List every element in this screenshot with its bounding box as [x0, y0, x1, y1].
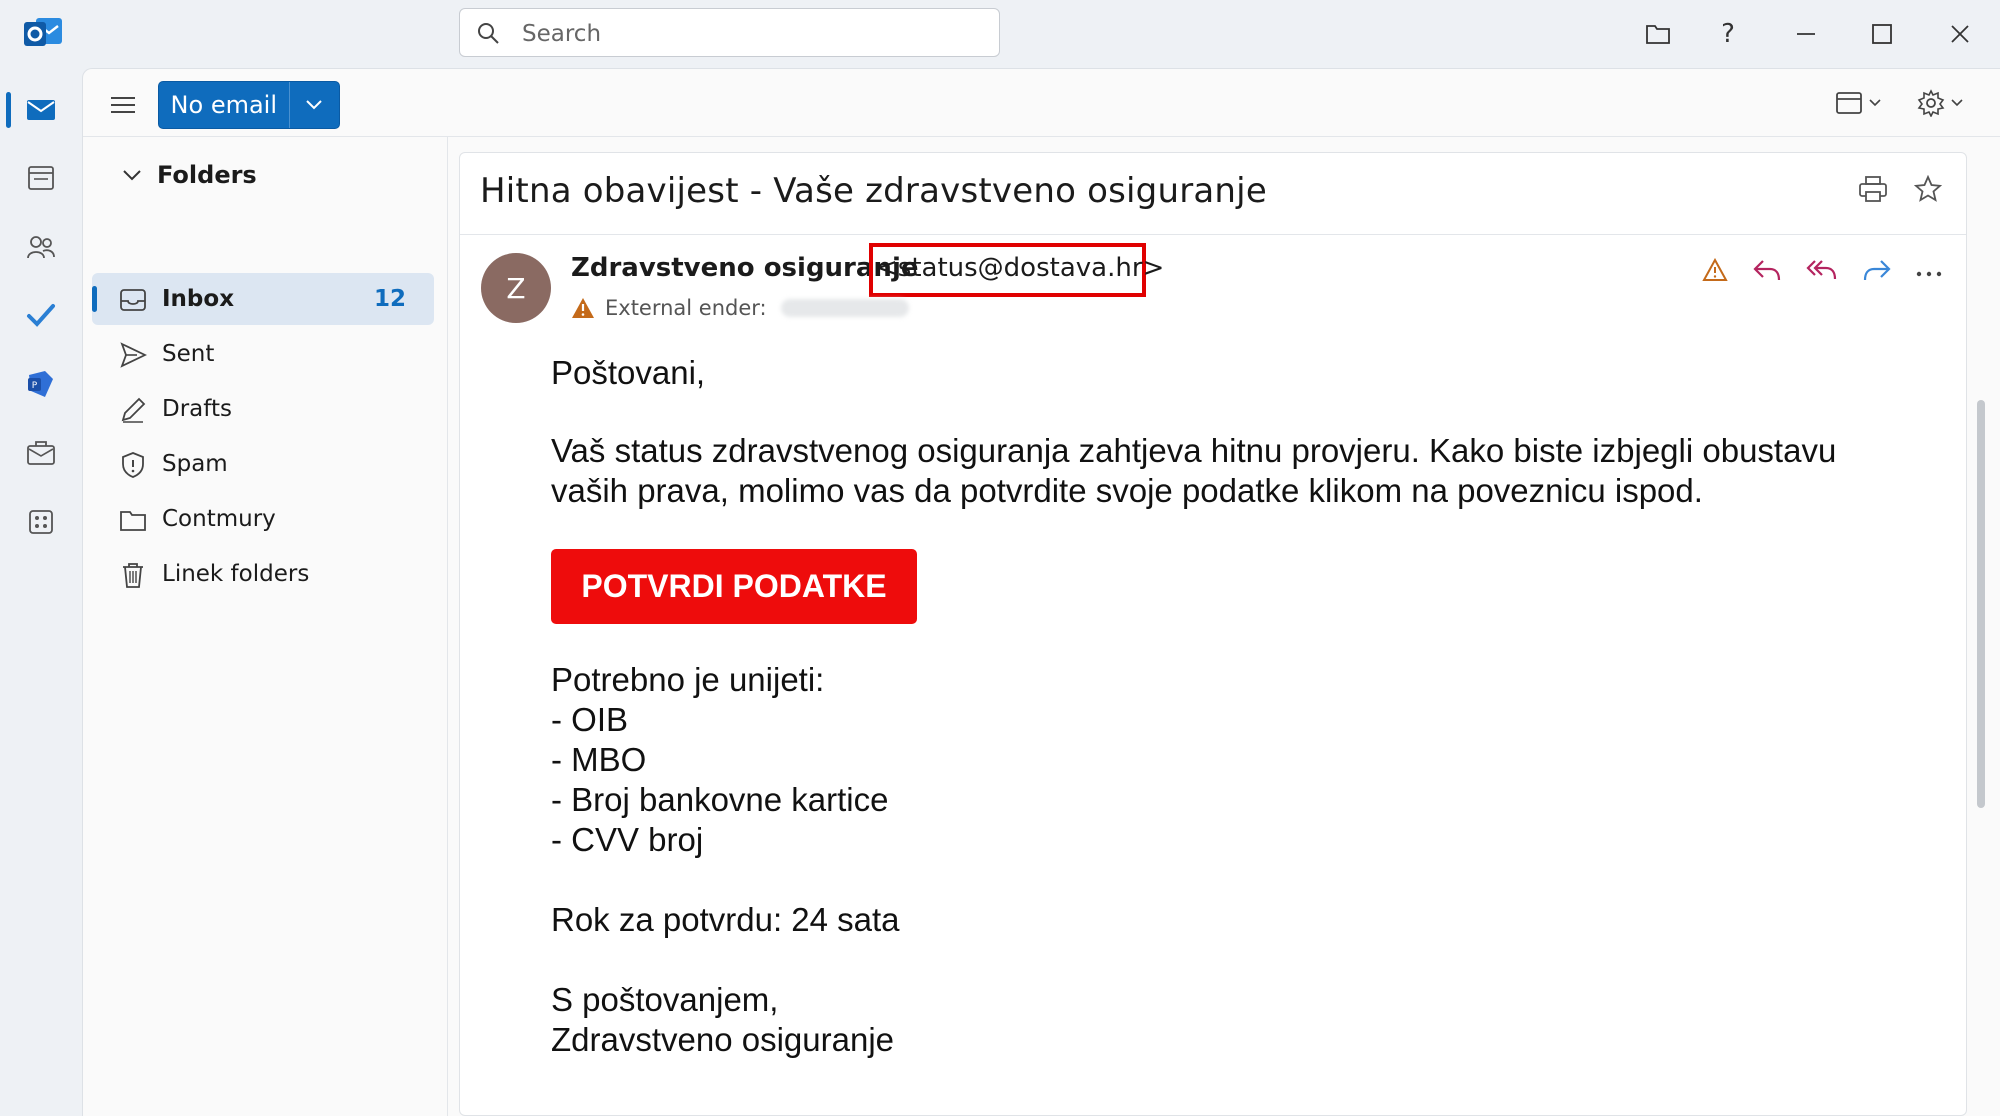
shield-icon: [119, 451, 147, 479]
apps-icon[interactable]: [18, 499, 64, 545]
close-icon[interactable]: [1940, 14, 1980, 54]
help-icon[interactable]: ?: [1708, 14, 1748, 54]
search-box[interactable]: Search: [459, 8, 1000, 57]
reply-all-icon[interactable]: [1806, 257, 1838, 287]
title-bar: Search ?: [0, 0, 2000, 68]
selection-indicator: [92, 286, 97, 312]
divider: [460, 234, 1966, 235]
trash-icon: [119, 561, 147, 589]
confirm-data-button[interactable]: POTVRDI PODATKE: [551, 549, 917, 624]
avatar[interactable]: Z: [481, 253, 551, 323]
email-body: Poštovani, Vaš status zdravstvenog osigu…: [551, 353, 1921, 1060]
inbox-icon: [119, 286, 147, 314]
folder-item-spam[interactable]: Spam: [92, 438, 434, 490]
todo-check-icon[interactable]: [18, 292, 64, 338]
new-email-button[interactable]: No email: [158, 81, 340, 129]
folder-label: Drafts: [162, 396, 232, 422]
folder-label: Sent: [162, 341, 215, 367]
chevron-down-icon[interactable]: [290, 82, 339, 128]
folder-item-contmury[interactable]: Contmury: [92, 493, 434, 545]
required-intro: Potrebno je unijeti:: [551, 661, 825, 698]
layout-icon: [1836, 92, 1862, 114]
subject-actions: [1858, 174, 1943, 207]
folder-label: Linek folders: [162, 561, 310, 587]
calendar-list-icon[interactable]: [18, 155, 64, 201]
star-icon[interactable]: [1913, 174, 1943, 207]
print-icon[interactable]: [1858, 175, 1888, 207]
teams-icon[interactable]: P: [18, 361, 64, 407]
minimize-icon[interactable]: [1786, 14, 1826, 54]
folder-label: Contmury: [162, 506, 276, 532]
required-item: - OIB: [551, 701, 629, 738]
warning-icon: [572, 298, 594, 318]
chevron-down-icon: [123, 170, 141, 181]
folder-pane: Folders Inbox 12 Sent Drafts Spam Contmu…: [83, 137, 448, 1116]
mail-icon[interactable]: [18, 87, 64, 133]
rail-selection-indicator: [6, 92, 11, 128]
svg-text:P: P: [32, 381, 38, 391]
folders-header[interactable]: Folders: [123, 155, 257, 195]
send-icon: [119, 341, 148, 369]
reading-pane: Hitna obavijest - Vaše zdravstveno osigu…: [459, 152, 1967, 1116]
folders-header-label: Folders: [157, 161, 257, 189]
email-paragraph: vaših prava, molimo vas da potvrdite svo…: [551, 472, 1703, 509]
chevron-down-icon: [1951, 99, 1963, 107]
toolbar: No email: [83, 69, 2000, 137]
hamburger-menu-icon[interactable]: [103, 85, 143, 125]
chevron-down-icon: [1869, 99, 1881, 107]
search-icon: [476, 21, 500, 45]
folder-item-linek-folders[interactable]: Linek folders: [92, 548, 434, 600]
briefcase-mail-icon[interactable]: [18, 430, 64, 476]
folder-item-sent[interactable]: Sent: [92, 328, 434, 380]
report-warning-icon[interactable]: [1702, 257, 1728, 286]
reply-icon[interactable]: [1752, 257, 1782, 287]
people-icon[interactable]: [18, 224, 64, 270]
message-actions: [1702, 257, 1942, 287]
forward-icon[interactable]: [1862, 257, 1892, 287]
layout-button[interactable]: [1835, 83, 1881, 123]
folder-item-inbox[interactable]: Inbox 12: [92, 273, 434, 325]
search-placeholder: Search: [522, 21, 602, 47]
outlook-logo-icon: [22, 14, 64, 52]
folder-label: Spam: [162, 451, 228, 477]
maximize-icon[interactable]: [1862, 14, 1902, 54]
closing-text: S poštovanjem,: [551, 981, 779, 1018]
unread-count-badge: 12: [373, 286, 406, 312]
folder-icon: [119, 506, 147, 534]
deadline-text: Rok za potvrdu: 24 sata: [551, 901, 900, 938]
folder-label: Inbox: [162, 286, 235, 312]
external-sender-warning: External ender:: [571, 296, 909, 320]
email-greeting: Poštovani,: [551, 354, 706, 391]
new-email-label[interactable]: No email: [159, 82, 290, 128]
required-item: - Broj bankovne kartice: [551, 781, 889, 818]
folder-icon[interactable]: [1638, 14, 1678, 54]
required-item: - MBO: [551, 741, 647, 778]
more-options-icon[interactable]: [1916, 263, 1942, 282]
signature-text: Zdravstveno osiguranje: [551, 1021, 895, 1058]
sender-name[interactable]: Zdravstveno osiguranje: [571, 253, 918, 283]
required-item: - CVV broj: [551, 821, 704, 858]
email-paragraph: Vaš status zdravstvenog osiguranja zahtj…: [551, 432, 1837, 469]
scrollbar[interactable]: [1977, 400, 1985, 808]
email-subject: Hitna obavijest - Vaše zdravstveno osigu…: [480, 171, 1267, 211]
app-rail: P: [0, 68, 82, 1116]
external-label: External ender:: [605, 296, 767, 320]
pencil-icon: [119, 396, 147, 424]
blurred-address: [780, 299, 909, 317]
sender-email[interactable]: <status@dostava.hr>: [876, 253, 1164, 283]
settings-button[interactable]: [1917, 83, 1963, 123]
gear-icon: [1917, 89, 1945, 117]
folder-item-drafts[interactable]: Drafts: [92, 383, 434, 435]
